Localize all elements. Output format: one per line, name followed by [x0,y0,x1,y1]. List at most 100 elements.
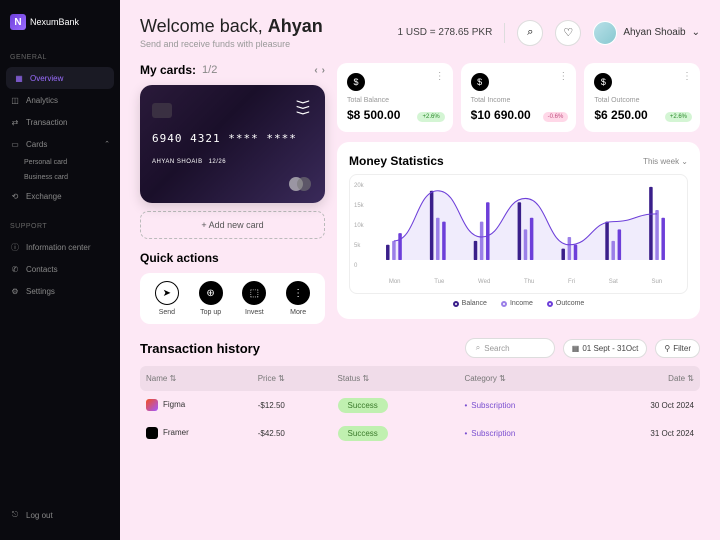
col-name[interactable]: Name ⇅ [140,366,252,391]
nav-info[interactable]: ⓘInformation center [0,236,120,258]
stat-badge: +2.6% [417,112,444,122]
avatar [593,21,617,45]
header: Welcome back, Ahyan Send and receive fun… [140,16,700,49]
top up-icon: ⊕ [199,281,223,305]
notifications-button[interactable]: ♡ [555,20,581,46]
refresh-icon: ⟲ [10,191,20,201]
welcome-title: Welcome back, Ahyan [140,16,386,37]
nav-analytics[interactable]: ◫Analytics [0,89,120,111]
stat-label: Total Balance [347,97,443,104]
invest-icon: ⬚ [242,281,266,305]
nav-cards-sub: Personal card Business card [0,155,120,185]
info-icon: ⓘ [10,242,20,252]
nav-exchange[interactable]: ⟲Exchange [0,185,120,207]
nav-personal-card[interactable]: Personal card [24,155,120,170]
dollar-icon: $ [594,73,612,91]
nav-logout[interactable]: ⎋Log out [0,504,120,526]
stat-badge: +2.6% [665,112,692,122]
chevron-down-icon: ⌄ [692,27,700,38]
transaction-history: Transaction history ⌕Search ▦01 Sept - 3… [140,338,700,447]
col-status[interactable]: Status ⇅ [332,366,459,391]
mastercard-icon [289,177,311,191]
card-icon: ▭ [10,139,20,149]
date-range-button[interactable]: ▦01 Sept - 31Oct [563,339,648,358]
nav-settings[interactable]: ⚙Settings [0,280,120,302]
stat-label: Total Outcome [594,97,690,104]
more-icon[interactable]: ⋮ [682,71,692,82]
quick-actions: Quick actions ➤ Send ⊕ Top up ⬚ Invest ⋮… [140,251,325,324]
history-title: Transaction history [140,341,457,356]
qa-send[interactable]: ➤ Send [148,281,186,316]
brand-logo[interactable]: N NexumBank [0,14,120,48]
swap-icon: ⇄ [10,117,20,127]
send-icon: ➤ [155,281,179,305]
search-icon: ⌕ [527,26,533,39]
qa-invest[interactable]: ⬚ Invest [236,281,274,316]
exchange-rate: 1 USD = 278.65 PKR [398,27,493,38]
qa-top-up[interactable]: ⊕ Top up [192,281,230,316]
chart-title: Money Statistics [349,154,444,168]
nav-contacts[interactable]: ✆Contacts [0,258,120,280]
welcome-subtitle: Send and receive funds with pleasure [140,39,386,49]
search-icon: ⌕ [476,343,480,353]
history-search[interactable]: ⌕Search [465,338,555,358]
legend-outcome: Outcome [547,300,584,307]
quick-title: Quick actions [140,251,325,265]
credit-card[interactable]: ⟩⟩⟩ 6940 4321 **** **** AHYAN SHOAIB12/2… [140,85,325,203]
nav-overview[interactable]: ▦Overview [6,67,114,89]
col-price[interactable]: Price ⇅ [252,366,332,391]
chip-icon [152,103,172,118]
chart-period[interactable]: This week ⌄ [643,157,688,166]
cards-next[interactable]: › [322,65,325,76]
contactless-icon: ⟩⟩⟩ [294,99,311,115]
category: Subscription [464,429,515,438]
chart-icon: ◫ [10,95,20,105]
welcome-block: Welcome back, Ahyan Send and receive fun… [140,16,386,49]
status-badge: Success [338,398,388,413]
legend-income: Income [501,300,533,307]
bell-icon: ♡ [563,26,573,39]
calendar-icon: ▦ [572,344,580,353]
figma-icon [146,399,158,411]
user-menu[interactable]: Ahyan Shoaib ⌄ [593,21,700,45]
add-card-button[interactable]: + Add new card [140,211,325,239]
more-icon[interactable]: ⋮ [435,71,445,82]
chart-card: Money Statistics This week ⌄ 20k15k10k5k… [337,142,700,319]
framer-icon [146,427,158,439]
cards-prev[interactable]: ‹ [314,65,317,76]
category: Subscription [464,401,515,410]
search-button[interactable]: ⌕ [517,20,543,46]
card-number: 6940 4321 **** **** [152,132,313,145]
dollar-icon: $ [347,73,365,91]
dollar-icon: $ [471,73,489,91]
col-date[interactable]: Date ⇅ [587,366,700,391]
stat-2: ⋮ $ Total Outcome $6 250.00 +2.6% [584,63,700,132]
history-table: Name ⇅Price ⇅Status ⇅Category ⇅Date ⇅ Fi… [140,366,700,447]
card-holder: AHYAN SHOAIB12/26 [152,159,313,165]
chevron-up-icon: ⌃ [104,140,110,148]
stat-label: Total Income [471,97,567,104]
legend-balance: Balance [453,300,487,307]
section-support: SUPPORT [0,217,120,236]
phone-icon: ✆ [10,264,20,274]
col-category[interactable]: Category ⇅ [458,366,586,391]
status-badge: Success [338,426,388,441]
nav-cards[interactable]: ▭Cards⌃ [0,133,120,155]
nav-transaction[interactable]: ⇄Transaction [0,111,120,133]
stat-0: ⋮ $ Total Balance $8 500.00 +2.6% [337,63,453,132]
sidebar: N NexumBank GENERAL ▦Overview ◫Analytics… [0,0,120,540]
table-row[interactable]: Figma -$12.50 Success Subscription 30 Oc… [140,391,700,419]
stat-badge: -0.6% [543,112,569,122]
nav-business-card[interactable]: Business card [24,170,120,185]
table-row[interactable]: Framer -$42.50 Success Subscription 31 O… [140,419,700,447]
logout-icon: ⎋ [10,510,20,520]
section-general: GENERAL [0,48,120,67]
qa-more[interactable]: ⋮ More [279,281,317,316]
stat-1: ⋮ $ Total Income $10 690.00 -0.6% [461,63,577,132]
main-content: Welcome back, Ahyan Send and receive fun… [120,0,720,540]
more-icon: ⋮ [286,281,310,305]
user-name: Ahyan Shoaib [623,27,685,38]
filter-button[interactable]: ⚲Filter [655,339,700,358]
more-icon[interactable]: ⋮ [558,71,568,82]
cards-header: My cards: 1/2 ‹ › [140,63,325,77]
